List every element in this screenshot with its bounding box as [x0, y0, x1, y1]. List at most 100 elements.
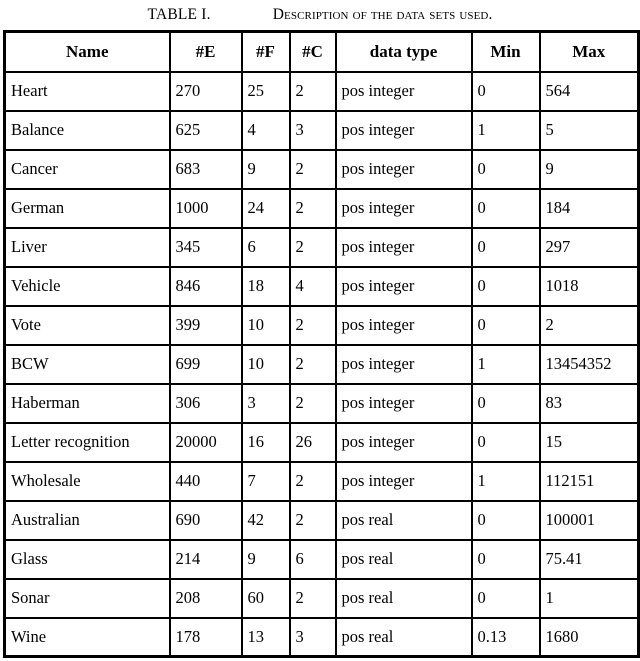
column-header-max: Max [538, 30, 640, 73]
cell-num-classes: 26 [288, 421, 337, 463]
cell-dataset-name: Letter recognition [3, 421, 171, 463]
cell-num-classes: 2 [288, 70, 337, 112]
cell-num-classes: 2 [288, 343, 337, 385]
cell-num-classes: 2 [288, 577, 337, 619]
cell-min-value: 1 [470, 109, 541, 151]
cell-data-type: pos integer [334, 226, 473, 268]
cell-num-features: 42 [240, 499, 291, 541]
table-row: Cancer 683 9 2 pos integer 0 9 [3, 148, 640, 190]
cell-num-classes: 6 [288, 538, 337, 580]
cell-num-features: 25 [240, 70, 291, 112]
table-row: Vote 399 10 2 pos integer 0 2 [3, 304, 640, 346]
cell-dataset-name: Sonar [3, 577, 171, 619]
cell-min-value: 0 [470, 148, 541, 190]
cell-min-value: 0.13 [470, 616, 541, 658]
cell-data-type: pos integer [334, 148, 473, 190]
cell-num-features: 9 [240, 148, 291, 190]
cell-data-type: pos real [334, 499, 473, 541]
cell-num-features: 3 [240, 382, 291, 424]
column-header-examples: #E [168, 30, 243, 73]
table-header: Name #E #F #C data type Min Max [3, 30, 640, 73]
cell-data-type: pos integer [334, 187, 473, 229]
cell-num-features: 10 [240, 343, 291, 385]
cell-num-features: 6 [240, 226, 291, 268]
cell-data-type: pos integer [334, 382, 473, 424]
cell-dataset-name: Vehicle [3, 265, 171, 307]
cell-num-examples: 690 [168, 499, 243, 541]
table-row: Haberman 306 3 2 pos integer 0 83 [3, 382, 640, 424]
cell-data-type: pos integer [334, 70, 473, 112]
cell-num-examples: 345 [168, 226, 243, 268]
cell-max-value: 83 [538, 382, 640, 424]
cell-num-features: 10 [240, 304, 291, 346]
cell-num-examples: 208 [168, 577, 243, 619]
table-row: Glass 214 9 6 pos real 0 75.41 [3, 538, 640, 580]
table-caption-label: TABLE I. [147, 6, 211, 23]
cell-data-type: pos real [334, 577, 473, 619]
cell-num-classes: 2 [288, 304, 337, 346]
cell-num-features: 4 [240, 109, 291, 151]
cell-max-value: 112151 [538, 460, 640, 502]
table-row: Wholesale 440 7 2 pos integer 1 112151 [3, 460, 640, 502]
cell-num-features: 9 [240, 538, 291, 580]
cell-num-features: 16 [240, 421, 291, 463]
cell-data-type: pos integer [334, 421, 473, 463]
table-container: Name #E #F #C data type Min Max Heart 270… [0, 30, 640, 658]
cell-dataset-name: Balance [3, 109, 171, 151]
cell-num-features: 24 [240, 187, 291, 229]
table-row: German 1000 24 2 pos integer 0 184 [3, 187, 640, 229]
cell-data-type: pos integer [334, 460, 473, 502]
cell-min-value: 0 [470, 187, 541, 229]
cell-min-value: 0 [470, 538, 541, 580]
cell-min-value: 0 [470, 226, 541, 268]
cell-min-value: 0 [470, 382, 541, 424]
cell-max-value: 15 [538, 421, 640, 463]
cell-num-classes: 2 [288, 226, 337, 268]
cell-dataset-name: Cancer [3, 148, 171, 190]
cell-dataset-name: German [3, 187, 171, 229]
table-row: Letter recognition 20000 16 26 pos integer 0 1… [3, 421, 640, 463]
cell-num-examples: 1000 [168, 187, 243, 229]
cell-max-value: 1680 [538, 616, 640, 658]
cell-dataset-name: Australian [3, 499, 171, 541]
column-header-datatype: data type [334, 30, 473, 73]
table-row: Australian 690 42 2 pos real 0 100001 [3, 499, 640, 541]
cell-dataset-name: Liver [3, 226, 171, 268]
cell-num-classes: 2 [288, 148, 337, 190]
table-row: Sonar 208 60 2 pos real 0 1 [3, 577, 640, 619]
column-header-name: Name [3, 30, 171, 73]
cell-dataset-name: Vote [3, 304, 171, 346]
cell-min-value: 0 [470, 421, 541, 463]
table-row: Wine 178 13 3 pos real 0.13 1680 [3, 616, 640, 658]
table-caption: TABLE I. Description of the data sets us… [0, 0, 640, 30]
cell-num-classes: 3 [288, 616, 337, 658]
cell-data-type: pos real [334, 538, 473, 580]
cell-data-type: pos integer [334, 343, 473, 385]
table-row: BCW 699 10 2 pos integer 1 13454352 [3, 343, 640, 385]
table-row: Vehicle 846 18 4 pos integer 0 1018 [3, 265, 640, 307]
cell-num-examples: 683 [168, 148, 243, 190]
cell-data-type: pos integer [334, 109, 473, 151]
cell-min-value: 0 [470, 577, 541, 619]
cell-num-features: 18 [240, 265, 291, 307]
cell-num-examples: 178 [168, 616, 243, 658]
column-header-min: Min [470, 30, 541, 73]
cell-min-value: 0 [470, 265, 541, 307]
cell-num-features: 7 [240, 460, 291, 502]
column-header-features: #F [240, 30, 291, 73]
cell-max-value: 13454352 [538, 343, 640, 385]
cell-num-examples: 440 [168, 460, 243, 502]
cell-max-value: 297 [538, 226, 640, 268]
cell-max-value: 2 [538, 304, 640, 346]
cell-num-examples: 306 [168, 382, 243, 424]
cell-dataset-name: Glass [3, 538, 171, 580]
cell-num-examples: 846 [168, 265, 243, 307]
cell-num-classes: 4 [288, 265, 337, 307]
cell-max-value: 75.41 [538, 538, 640, 580]
datasets-table: Name #E #F #C data type Min Max Heart 270… [3, 30, 640, 658]
cell-max-value: 9 [538, 148, 640, 190]
cell-data-type: pos integer [334, 304, 473, 346]
table-row: Heart 270 25 2 pos integer 0 564 [3, 70, 640, 112]
cell-num-classes: 3 [288, 109, 337, 151]
cell-dataset-name: Wine [3, 616, 171, 658]
